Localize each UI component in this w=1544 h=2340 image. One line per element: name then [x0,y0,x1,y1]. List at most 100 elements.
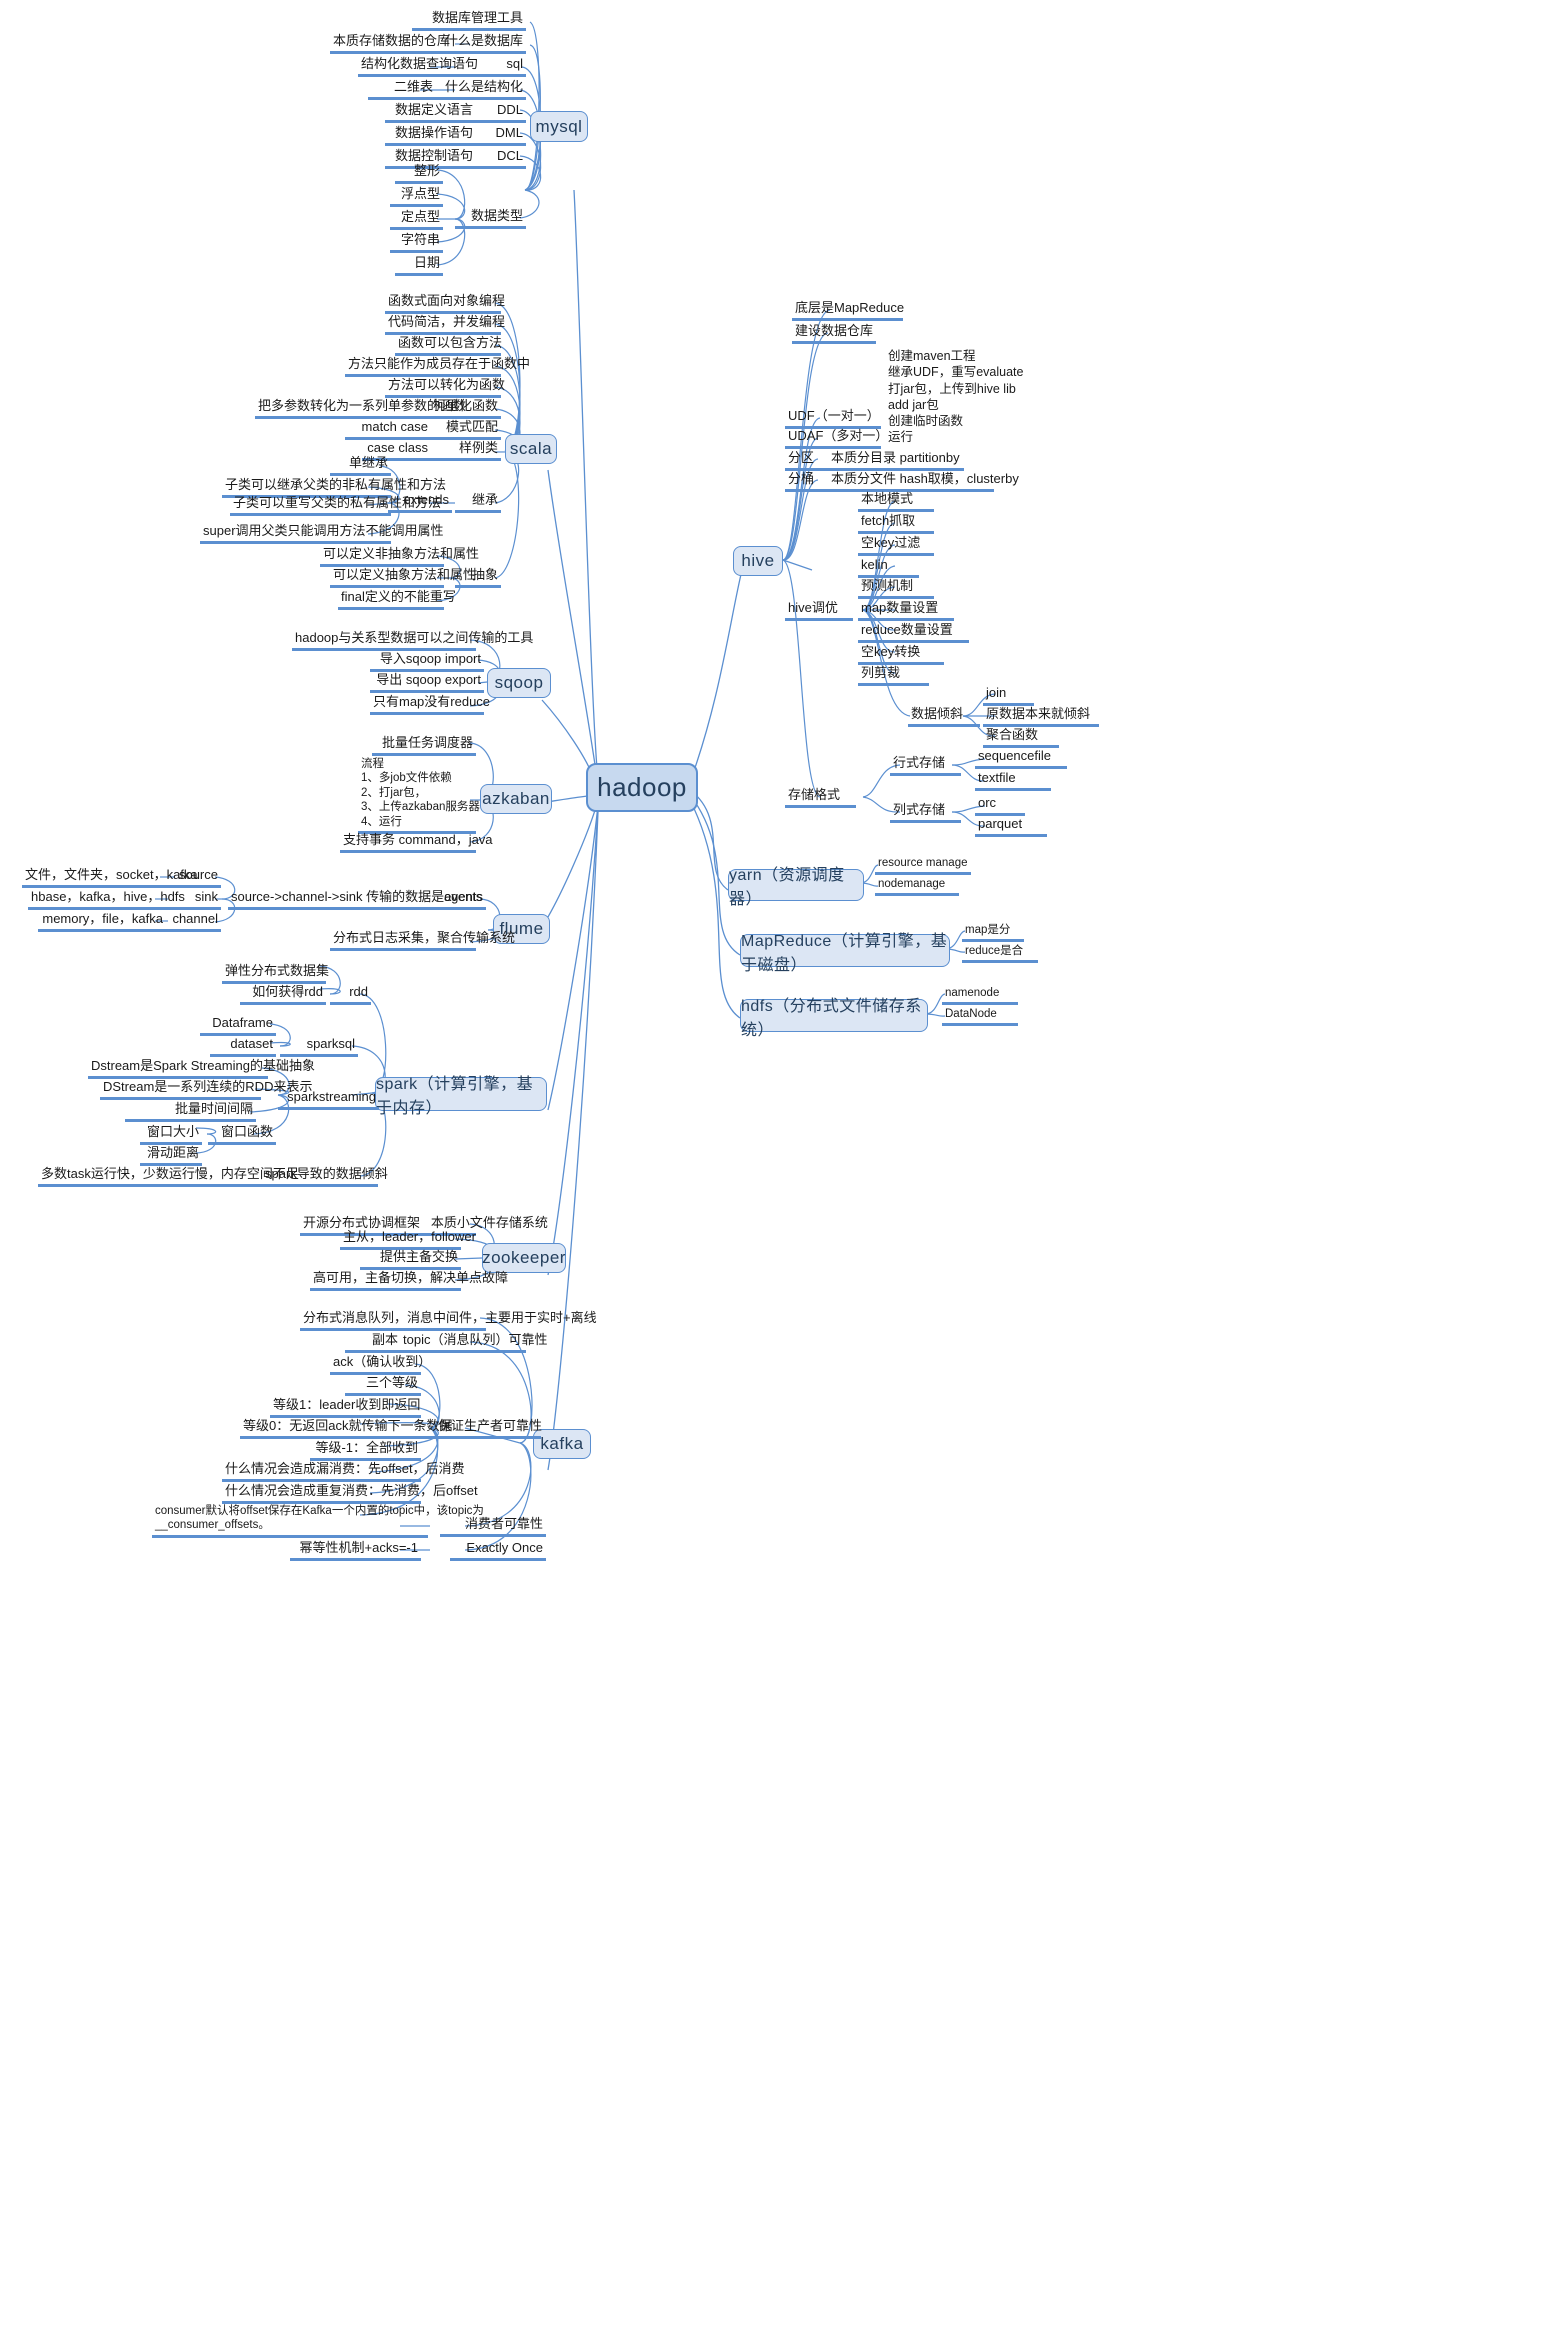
node-scala-method-to-fn[interactable]: 方法可以转化为函数 [385,377,505,399]
node-scala-abstract-method[interactable]: 可以定义抽象方法和属性 [330,567,476,589]
node-mr-map[interactable]: map是分 [962,923,1024,943]
node-scala-curry[interactable]: 柯里化函数 [428,398,501,420]
node-skew-join[interactable]: join [983,685,1034,707]
node-spark-skew-desc[interactable]: 多数task运行快，少数运行慢，内存空间不足 [38,1166,299,1188]
node-col-storage[interactable]: 列式存储 [890,802,961,824]
node-parquet[interactable]: parquet [975,816,1047,838]
node-zk-leader-follower[interactable]: 主从，leader，follower [340,1229,476,1251]
node-hive-partition-desc[interactable]: 本质分目录 partitionby [828,450,964,472]
node-azkaban-scheduler[interactable]: 批量任务调度器 [372,735,476,757]
node-mysql-ddl-desc[interactable]: 数据定义语言 [385,102,476,124]
node-rdd-desc[interactable]: 弹性分布式数据集 [222,963,329,985]
node-hive-udaf[interactable]: UDAF（多对一） [785,428,888,450]
node-mysql-dml-desc[interactable]: 数据操作语句 [385,125,476,147]
node-sqoop-import[interactable]: 导入sqoop import [370,651,484,673]
node-zk-ha[interactable]: 高可用，主备切换，解决单点故障 [310,1270,508,1292]
node-spark-rdd[interactable]: rdd [330,984,371,1006]
node-tuning-nullkey-convert[interactable]: 空key转换 [858,644,944,666]
branch-node-scala[interactable]: scala [505,434,557,464]
node-hive-partition[interactable]: 分区 [785,450,831,472]
node-tuning-nullkey-filter[interactable]: 空key过滤 [858,535,934,557]
node-azkaban-flow[interactable]: 流程 1、多job文件依赖 2、打jar包， 3、上传azkaban服务器 4、… [358,757,480,834]
node-flume-channel[interactable]: channel [162,911,221,933]
branch-node-mysql[interactable]: mysql [530,111,588,142]
node-scala-pattern-match[interactable]: 模式匹配 [428,419,501,441]
node-tuning-fetch[interactable]: fetch抓取 [858,513,934,535]
node-scala-method-member[interactable]: 方法只能作为成员存在于函数中 [345,356,530,378]
branch-node-hdfs[interactable]: hdfs（分布式文件储存系统） [740,998,928,1039]
node-kafka-exactly-once[interactable]: Exactly Once [450,1540,546,1562]
node-scala-fp-oop[interactable]: 函数式面向对象编程 [385,293,505,315]
node-mysql-ddl[interactable]: DDL [472,102,526,124]
branch-node-yarn[interactable]: yarn（资源调度器） [728,867,864,908]
node-kafka-offset-storage[interactable]: consumer默认将offset保存在Kafka一个内置的topic中，该to… [152,1504,484,1538]
node-sqoop-map-only[interactable]: 只有map没有reduce [370,694,490,716]
node-sqoop-desc[interactable]: hadoop与关系型数据可以之间传输的工具 [292,630,533,652]
node-dstream-abstract[interactable]: Dstream是Spark Streaming的基础抽象 [88,1058,315,1080]
node-flume-desc[interactable]: 分布式日志采集，聚合传输系统 [330,930,515,952]
node-skew-agg-fn[interactable]: 聚合函数 [983,727,1059,749]
node-scala-inherit[interactable]: 继承 [455,492,501,514]
node-mysql-db-essence[interactable]: 本质存储数据的仓库 [330,33,450,55]
node-mysql-what-is-db[interactable]: 什么是数据库 [440,33,526,55]
node-mysql-dml[interactable]: DML [472,125,526,147]
node-mysql-dcl[interactable]: DCL [472,148,526,170]
node-hive-warehouse[interactable]: 建设数据仓库 [792,323,876,345]
node-mr-reduce[interactable]: reduce是合 [962,944,1038,964]
branch-node-zookeeper[interactable]: zookeeper [482,1243,566,1273]
node-sequencefile[interactable]: sequencefile [975,748,1067,770]
node-mysql-db-tool[interactable]: 数据库管理工具 [412,10,526,32]
node-datatype-string[interactable]: 字符串 [390,232,443,254]
node-kafka-miss-consume[interactable]: 什么情况会造成漏消费：先offset，后消费 [222,1461,465,1483]
node-kafka-level0[interactable]: 等级0：无返回ack就传输下一条数据 [240,1418,452,1440]
node-tuning-local-mode[interactable]: 本地模式 [858,491,934,513]
node-tuning-reduce-count[interactable]: reduce数量设置 [858,622,969,644]
node-kafka-dup-consume[interactable]: 什么情况会造成重复消费：先消费，后offset [222,1483,478,1505]
node-textfile[interactable]: textfile [975,770,1051,792]
node-scala-curry-desc[interactable]: 把多参数转化为一系列单参数的函数 [255,398,466,420]
node-mysql-sql[interactable]: sql [470,56,526,78]
branch-node-mapreduce[interactable]: MapReduce（计算引擎，基于磁盘） [740,933,950,974]
node-scala-single-inherit[interactable]: 单继承 [330,455,391,477]
node-kafka-consumer-reliability[interactable]: 消费者可靠性 [440,1516,546,1538]
node-spark-sparksql[interactable]: sparksql [280,1036,358,1058]
node-mysql-sql-desc[interactable]: 结构化数据查询语句 [358,56,478,78]
node-scala-final-nooverride[interactable]: final定义的不能重写 [338,589,456,611]
node-dstream-rdd-seq[interactable]: DStream是一系列连续的RDD来表示 [100,1079,312,1101]
node-zk-standby[interactable]: 提供主备交换 [360,1249,461,1271]
node-flume-channel-types[interactable]: memory，file，kafka [38,911,166,933]
node-kafka-replica[interactable]: 副本 [345,1332,401,1354]
node-scala-super-call[interactable]: super调用父类只能调用方法不能调用属性 [200,523,444,545]
node-hive-data-skew[interactable]: 数据倾斜 [908,706,980,728]
node-row-storage[interactable]: 行式存储 [890,755,961,777]
node-hdfs-namenode[interactable]: namenode [942,986,1018,1006]
branch-node-hive[interactable]: hive [733,546,783,576]
node-kafka-idempotent[interactable]: 幂等性机制+acks=-1 [290,1540,421,1562]
node-kafka-ack[interactable]: ack（确认收到） [330,1354,431,1376]
node-hive-bucket[interactable]: 分桶 [785,471,831,493]
node-orc[interactable]: orc [975,795,1025,817]
node-hive-udf[interactable]: UDF（一对一） [785,408,881,430]
node-kafka-desc[interactable]: 分布式消息队列，消息中间件，主要用于实时+离线 [300,1310,597,1332]
node-tuning-map-count[interactable]: map数量设置 [858,600,954,622]
node-slide-distance[interactable]: 滑动距离 [140,1145,202,1167]
node-hive-tuning[interactable]: hive调优 [785,600,853,622]
node-batch-interval[interactable]: 批量时间间隔 [125,1101,256,1123]
node-scala-sample-class[interactable]: 样例类 [428,440,501,462]
node-mysql-datatype[interactable]: 数据类型 [455,208,526,230]
node-window-fn[interactable]: 窗口函数 [208,1124,276,1146]
root-node-hadoop[interactable]: hadoop [586,763,698,812]
node-window-size[interactable]: 窗口大小 [140,1124,202,1146]
node-yarn-resourcemanager[interactable]: resource manage [875,856,971,876]
node-kafka-topic-reliability[interactable]: topic（消息队列）可靠性 [400,1332,547,1354]
node-azkaban-transaction[interactable]: 支持事务 command，java [340,832,493,854]
node-hive-bucket-desc[interactable]: 本质分文件 hash取模，clusterby [828,471,1019,493]
node-kafka-level1[interactable]: 等级1：leader收到即返回 [270,1397,421,1419]
node-scala-override-private[interactable]: 子类可以重写父类的私有属性和方法 [230,495,441,517]
node-scala-fn-contains-method[interactable]: 函数可以包含方法 [395,335,502,357]
node-mysql-2d-table[interactable]: 二维表 [368,79,436,101]
node-rdd-howto[interactable]: 如何获得rdd [240,984,326,1006]
node-tuning-predict[interactable]: 预测机制 [858,578,934,600]
node-tuning-column-prune[interactable]: 列剪裁 [858,665,929,687]
node-scala-match-case[interactable]: match case [345,419,431,441]
